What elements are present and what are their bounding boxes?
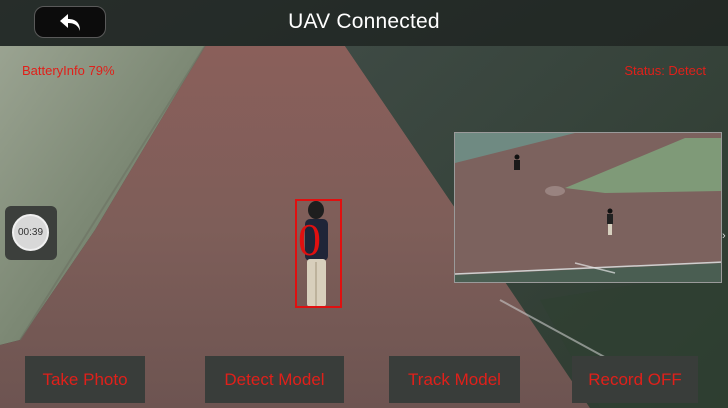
record-toggle-button[interactable]: Record OFF (572, 356, 698, 403)
right-edge-handle[interactable]: › (722, 230, 728, 244)
top-bar: UAV Connected (0, 0, 728, 46)
battery-info: BatteryInfo 79% (22, 63, 115, 78)
connection-title: UAV Connected (288, 10, 440, 33)
detect-model-button[interactable]: Detect Model (205, 356, 344, 403)
track-model-button[interactable]: Track Model (389, 356, 520, 403)
detection-label: 0 (298, 214, 321, 265)
status-label: Status: Detect (624, 63, 706, 78)
timer-panel: 00:39 (5, 206, 57, 260)
uav-control-screen: UAV Connected BatteryInfo 79% Status: De… (0, 0, 728, 408)
take-photo-button[interactable]: Take Photo (25, 356, 145, 403)
timer-display[interactable]: 00:39 (12, 214, 49, 251)
pip-video[interactable] (454, 132, 722, 283)
